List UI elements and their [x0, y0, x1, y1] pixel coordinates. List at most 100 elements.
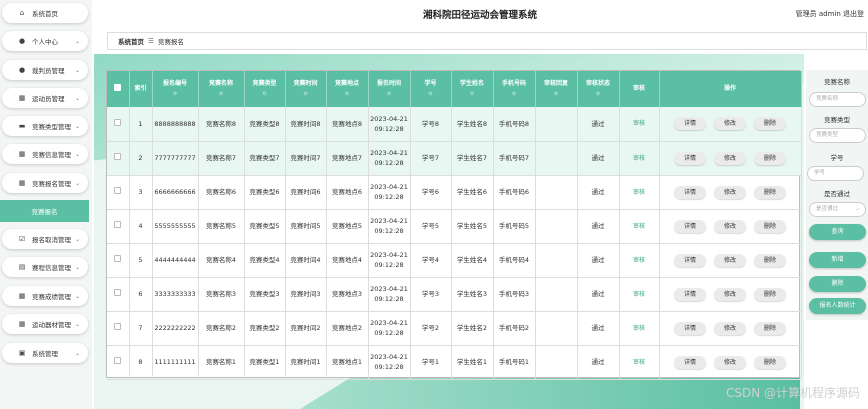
- edit-button[interactable]: 修改: [714, 321, 746, 335]
- sidebar-item-12[interactable]: ▣ 系统管理 ⌄: [2, 343, 88, 363]
- table-row[interactable]: 6 3333333333 竞赛名称3 竞赛类型3 竞赛时间3 竞赛地点3 2023-04-2…: [107, 277, 802, 312]
- header-competition-place[interactable]: 竞赛地点 ≎: [326, 71, 369, 107]
- sort-icon[interactable]: ≎: [494, 89, 535, 99]
- sidebar-item-9[interactable]: ▤ 赛程信息管理 ⌄: [2, 257, 88, 277]
- review-link[interactable]: 审核: [633, 291, 645, 298]
- query-button[interactable]: 查询: [809, 224, 866, 240]
- header-competition-type[interactable]: 竞赛类型 ≎: [244, 71, 286, 107]
- competition-name-input[interactable]: 竞赛名称: [809, 92, 866, 107]
- row-checkbox[interactable]: [114, 153, 122, 160]
- edit-button[interactable]: 修改: [714, 287, 746, 301]
- header-review-status[interactable]: 审核状态 ≎: [577, 71, 620, 107]
- row-select-cell[interactable]: [107, 175, 130, 210]
- row-select-cell[interactable]: [107, 311, 130, 346]
- table-row[interactable]: 8 1111111111 竞赛名称1 竞赛类型1 竞赛时间1 竞赛地点1 2023-04-2…: [107, 345, 802, 380]
- header-phone[interactable]: 手机号码 ≎: [493, 71, 536, 107]
- row-select-cell[interactable]: [107, 345, 130, 380]
- review-link[interactable]: 审核: [633, 189, 645, 196]
- row-checkbox[interactable]: [114, 357, 122, 364]
- header-competition-name[interactable]: 竞赛名称 ≎: [198, 71, 245, 107]
- header-review-reply[interactable]: 审核回复 ≎: [535, 71, 578, 107]
- sort-icon[interactable]: ≎: [369, 89, 410, 99]
- review-link[interactable]: 审核: [633, 223, 645, 230]
- detail-button[interactable]: 详情: [674, 185, 706, 199]
- sidebar-item-3[interactable]: ● 裁判员管理 ⌄: [2, 60, 88, 80]
- breadcrumb-home[interactable]: 系统首页: [118, 36, 144, 46]
- row-checkbox[interactable]: [114, 187, 122, 194]
- review-link[interactable]: 审核: [633, 359, 645, 366]
- row-checkbox[interactable]: [114, 289, 122, 296]
- detail-button[interactable]: 详情: [674, 321, 706, 335]
- detail-button[interactable]: 详情: [674, 287, 706, 301]
- table-row[interactable]: 7 2222222222 竞赛名称2 竞赛类型2 竞赛时间2 竞赛地点2 2023-04-2…: [107, 311, 802, 346]
- row-checkbox[interactable]: [114, 221, 122, 228]
- sidebar-item-5[interactable]: ▬ 竞赛类型管理 ⌄: [2, 116, 88, 136]
- detail-button[interactable]: 详情: [674, 355, 706, 369]
- edit-button[interactable]: 修改: [714, 185, 746, 199]
- edit-button[interactable]: 修改: [714, 219, 746, 233]
- add-button[interactable]: 新增: [809, 252, 866, 268]
- review-link[interactable]: 审核: [633, 257, 645, 264]
- row-select-cell[interactable]: [107, 277, 130, 312]
- detail-button[interactable]: 详情: [674, 117, 706, 131]
- row-delete-button[interactable]: 删除: [754, 185, 786, 199]
- sidebar-item-8[interactable]: ☑ 报名取消管理 ⌄: [2, 229, 88, 249]
- review-link[interactable]: 审核: [633, 120, 645, 127]
- row-delete-button[interactable]: 删除: [754, 355, 786, 369]
- sidebar-item-2[interactable]: ● 个人中心 ⌄: [2, 31, 88, 51]
- row-delete-button[interactable]: 删除: [754, 151, 786, 165]
- table-row[interactable]: 1 8888888888 竞赛名称8 竞赛类型8 竞赛时间8 竞赛地点8 2023-04-2…: [107, 107, 802, 142]
- sort-icon[interactable]: ≎: [245, 89, 285, 99]
- header-reg-no[interactable]: 报名编号 ≎: [152, 71, 199, 107]
- edit-button[interactable]: 修改: [714, 117, 746, 131]
- sort-icon[interactable]: ≎: [199, 89, 244, 99]
- table-row[interactable]: 2 7777777777 竞赛名称7 竞赛类型7 竞赛时间7 竞赛地点7 2023-04-2…: [107, 141, 802, 176]
- edit-button[interactable]: 修改: [714, 253, 746, 267]
- sort-icon[interactable]: ≎: [578, 89, 619, 99]
- review-link[interactable]: 审核: [633, 155, 645, 162]
- sort-icon[interactable]: ≎: [153, 89, 198, 99]
- sidebar-subitem-registration[interactable]: 竞赛报名: [0, 200, 89, 222]
- header-student-name[interactable]: 学生姓名 ≎: [451, 71, 494, 107]
- sidebar-item-1[interactable]: ⌂ 系统首页: [2, 3, 88, 23]
- row-delete-button[interactable]: 删除: [754, 321, 786, 335]
- row-select-cell[interactable]: [107, 141, 130, 176]
- sort-icon[interactable]: ≎: [411, 89, 451, 99]
- sidebar-item-6[interactable]: ▦ 竞赛信息管理 ⌄: [2, 144, 88, 164]
- row-delete-button[interactable]: 删除: [754, 219, 786, 233]
- student-id-input[interactable]: 学号: [807, 166, 864, 181]
- row-checkbox[interactable]: [114, 323, 122, 330]
- sidebar-item-4[interactable]: ▦ 运动员管理 ⌄: [2, 88, 88, 108]
- review-link[interactable]: 审核: [633, 325, 645, 332]
- row-select-cell[interactable]: [107, 209, 130, 244]
- edit-button[interactable]: 修改: [714, 151, 746, 165]
- table-row[interactable]: 4 5555555555 竞赛名称5 竞赛类型5 竞赛时间5 竞赛地点5 2023-04-2…: [107, 209, 802, 244]
- detail-button[interactable]: 详情: [674, 253, 706, 267]
- registration-stats-button[interactable]: 报名人数统计: [809, 298, 866, 314]
- row-delete-button[interactable]: 删除: [754, 253, 786, 267]
- row-delete-button[interactable]: 删除: [754, 287, 786, 301]
- sort-icon[interactable]: ≎: [452, 89, 493, 99]
- sidebar-item-11[interactable]: ▦ 运动器材管理 ⌄: [2, 314, 88, 334]
- header-student-id[interactable]: 学号 ≎: [410, 71, 452, 107]
- table-row[interactable]: 5 4444444444 竞赛名称4 竞赛类型4 竞赛时间4 竞赛地点4 2023-04-2…: [107, 243, 802, 278]
- header-reg-time[interactable]: 报名时间 ≎: [368, 71, 411, 107]
- delete-button[interactable]: 删除: [809, 276, 866, 292]
- sort-icon[interactable]: ≎: [536, 89, 577, 99]
- select-all-checkbox[interactable]: [114, 83, 122, 91]
- row-checkbox[interactable]: [114, 118, 122, 126]
- sidebar-item-10[interactable]: ▦ 竞赛成绩管理 ⌄: [2, 286, 88, 306]
- row-select-cell[interactable]: [107, 243, 130, 278]
- user-info[interactable]: 管理员 admin 退出登: [796, 9, 864, 19]
- competition-type-input[interactable]: 竞赛类型: [809, 128, 866, 143]
- edit-button[interactable]: 修改: [714, 355, 746, 369]
- table-row[interactable]: 3 6666666666 竞赛名称6 竞赛类型6 竞赛时间6 竞赛地点6 2023-04-2…: [107, 175, 802, 210]
- header-competition-time[interactable]: 竞赛时间 ≎: [285, 71, 327, 107]
- detail-button[interactable]: 详情: [674, 219, 706, 233]
- row-select-cell[interactable]: [107, 107, 130, 142]
- row-checkbox[interactable]: [114, 255, 122, 262]
- row-delete-button[interactable]: 删除: [754, 117, 786, 131]
- pass-status-select[interactable]: 是否通过 ⌄: [809, 202, 866, 217]
- sort-icon[interactable]: ≎: [286, 89, 326, 99]
- sort-icon[interactable]: ≎: [327, 89, 368, 99]
